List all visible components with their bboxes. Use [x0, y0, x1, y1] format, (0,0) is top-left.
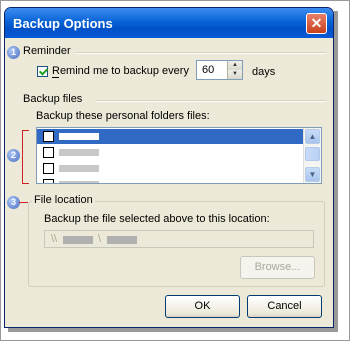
list-item[interactable] [37, 145, 304, 160]
callout-2-bracket [22, 130, 29, 184]
backup-files-divider [96, 100, 325, 102]
list-item-checkbox[interactable] [43, 163, 54, 174]
scroll-thumb[interactable] [305, 147, 320, 161]
backup-path-field[interactable]: \\ \ [44, 230, 314, 248]
remind-checkbox-label[interactable]: Remind me to backup every [52, 65, 189, 77]
callout-2: 2 [7, 149, 20, 162]
scroll-up-icon[interactable]: ▲ [305, 129, 320, 144]
path-separator: \ [98, 233, 102, 245]
callout-1: 1 [7, 46, 20, 59]
spin-up-icon[interactable]: ▲ [227, 61, 242, 70]
personal-folders-list[interactable]: ▲ ▼ [36, 127, 322, 184]
window-shadow-bottom [8, 328, 338, 332]
reminder-group-label: Reminder [23, 45, 71, 57]
list-scrollbar[interactable]: ▲ ▼ [303, 128, 321, 183]
days-unit-label: days [252, 66, 276, 78]
cancel-button[interactable]: Cancel [247, 295, 322, 318]
list-item-checkbox[interactable] [43, 147, 54, 158]
list-item-checkbox[interactable] [43, 131, 54, 142]
remind-accesskey-underline [52, 77, 59, 78]
window-shadow-right [334, 11, 338, 332]
window-title: Backup Options [13, 16, 113, 31]
path-redacted-share [107, 236, 137, 244]
list-item-redacted-name [59, 149, 99, 156]
close-button[interactable]: ✕ [306, 13, 327, 34]
remind-checkbox[interactable] [37, 66, 48, 77]
title-bar: Backup Options ✕ [5, 8, 333, 38]
callout-3-leader [19, 202, 28, 203]
file-location-group-label: File location [32, 194, 95, 206]
scroll-down-icon[interactable]: ▼ [305, 167, 320, 182]
spin-down-icon[interactable]: ▼ [227, 70, 242, 79]
file-location-description: Backup the file selected above to this l… [44, 213, 270, 225]
list-label: Backup these personal folders files: [36, 110, 210, 122]
list-item[interactable] [37, 129, 304, 144]
list-item-checkbox[interactable] [43, 179, 54, 183]
days-spinner[interactable]: 60 ▲ ▼ [196, 60, 243, 80]
list-item[interactable] [37, 161, 304, 176]
list-item-redacted-name [59, 133, 99, 140]
backup-files-group-label: Backup files [23, 93, 83, 105]
path-redacted-server [63, 236, 93, 244]
days-spinner-value[interactable]: 60 [202, 64, 214, 76]
list-item-redacted-name [59, 165, 99, 172]
list-item[interactable] [37, 177, 304, 183]
close-icon: ✕ [310, 15, 323, 31]
ok-button[interactable]: OK [165, 295, 240, 318]
browse-button[interactable]: Browse... [240, 256, 315, 279]
reminder-divider [77, 52, 325, 54]
path-prefix: \\ [51, 233, 58, 245]
list-item-redacted-name [59, 181, 99, 183]
